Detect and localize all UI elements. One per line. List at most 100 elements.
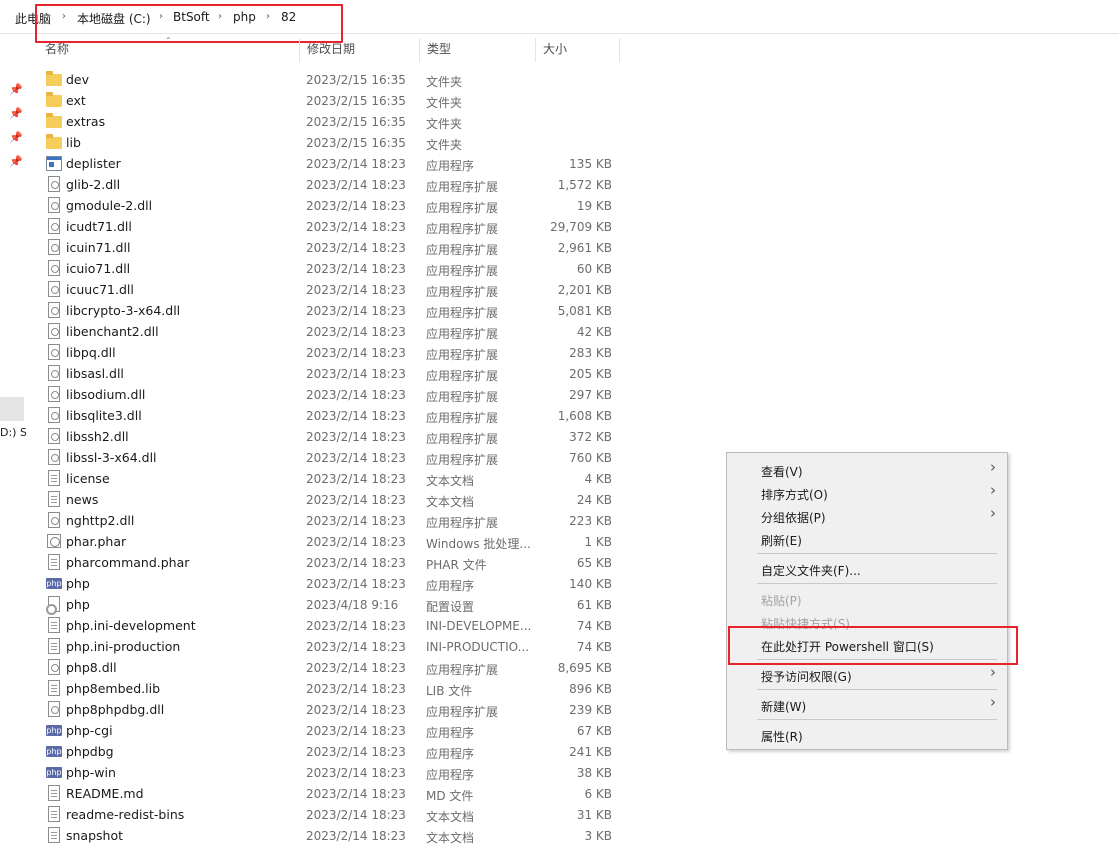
file-row[interactable]: license 2023/2/14 18:23 文本文档 4 KB (37, 468, 627, 489)
menu-item-new[interactable]: 新建(W) (761, 698, 806, 715)
file-type: 文件夹 (426, 117, 463, 131)
column-divider[interactable] (619, 38, 620, 62)
pin-icon[interactable]: 📌 (9, 131, 23, 144)
file-modified-date: 2023/2/14 18:23 (306, 346, 406, 360)
file-row[interactable]: libsasl.dll 2023/2/14 18:23 应用程序扩展 205 KB (37, 363, 627, 384)
file-type: 文本文档 (426, 831, 475, 845)
menu-item-give-access[interactable]: 授予访问权限(G) (761, 668, 852, 685)
file-name: extras (66, 114, 106, 129)
dll-icon (48, 197, 60, 213)
file-size: 42 KB (576, 325, 612, 339)
file-row[interactable]: icuin71.dll 2023/2/14 18:23 应用程序扩展 2,961 KB (37, 237, 627, 258)
file-row[interactable]: libenchant2.dll 2023/2/14 18:23 应用程序扩展 42 K… (37, 321, 627, 342)
menu-item-paste[interactable]: 粘贴(P) (761, 592, 802, 609)
file-row[interactable]: php php-cgi 2023/2/14 18:23 应用程序 67 KB (37, 720, 627, 741)
column-header-name[interactable]: 名称 (37, 36, 299, 63)
file-name: php (66, 597, 90, 612)
file-row[interactable]: libsqlite3.dll 2023/2/14 18:23 应用程序扩展 1,608… (37, 405, 627, 426)
file-row[interactable]: libcrypto-3-x64.dll 2023/2/14 18:23 应用程序扩展… (37, 300, 627, 321)
file-row[interactable]: php8.dll 2023/2/14 18:23 应用程序扩展 8,695 KB (37, 657, 627, 678)
file-size: 4 KB (584, 472, 612, 486)
file-row[interactable]: libssl-3-x64.dll 2023/2/14 18:23 应用程序扩展 760… (37, 447, 627, 468)
pin-icon[interactable]: 📌 (9, 155, 23, 168)
pin-icon[interactable]: 📌 (9, 107, 23, 120)
file-row[interactable]: php 2023/4/18 9:16 配置设置 61 KB (37, 594, 627, 615)
dll-icon (48, 386, 60, 402)
file-row[interactable]: gmodule-2.dll 2023/2/14 18:23 应用程序扩展 19 KB (37, 195, 627, 216)
file-size: 61 KB (576, 598, 612, 612)
file-name: php8embed.lib (66, 681, 161, 696)
menu-item-customize-folder[interactable]: 自定义文件夹(F)... (761, 562, 861, 579)
pin-icon[interactable]: 📌 (9, 83, 23, 96)
file-row[interactable]: lib 2023/2/15 16:35 文件夹 (37, 132, 627, 153)
file-row[interactable]: icuuc71.dll 2023/2/14 18:23 应用程序扩展 2,201 KB (37, 279, 627, 300)
nav-item-drive-label[interactable]: D:) S (0, 426, 26, 439)
file-size: 31 KB (576, 808, 612, 822)
file-name: libpq.dll (66, 345, 116, 360)
file-row[interactable]: php php-win 2023/2/14 18:23 应用程序 38 KB (37, 762, 627, 783)
file-row[interactable]: dev 2023/2/15 16:35 文件夹 (37, 69, 627, 90)
file-size: 297 KB (569, 388, 612, 402)
file-row[interactable]: php.ini-production 2023/2/14 18:23 INI-PRO… (37, 636, 627, 657)
file-name: pharcommand.phar (66, 555, 190, 570)
column-header-size[interactable]: 大小 (535, 36, 619, 63)
file-row[interactable]: pharcommand.phar 2023/2/14 18:23 PHAR 文件 65… (37, 552, 627, 573)
dll-icon (48, 365, 60, 381)
file-name: php (66, 576, 90, 591)
file-name: phar.phar (66, 534, 127, 549)
file-row[interactable]: glib-2.dll 2023/2/14 18:23 应用程序扩展 1,572 KB (37, 174, 627, 195)
file-name: readme-redist-bins (66, 807, 185, 822)
file-name: php-win (66, 765, 116, 780)
file-row[interactable]: phar.phar 2023/2/14 18:23 Windows 批处理... 1 … (37, 531, 627, 552)
menu-item-sort-by[interactable]: 排序方式(O) (761, 486, 828, 503)
file-modified-date: 2023/2/14 18:23 (306, 304, 406, 318)
text-document-icon (48, 806, 60, 822)
dll-icon (48, 176, 60, 192)
file-row[interactable]: extras 2023/2/15 16:35 文件夹 (37, 111, 627, 132)
file-name: icudt71.dll (66, 219, 132, 234)
file-row[interactable]: icudt71.dll 2023/2/14 18:23 应用程序扩展 29,709 K… (37, 216, 627, 237)
file-list: dev 2023/2/15 16:35 文件夹 ext 2023/2/15 16:35 文… (37, 69, 627, 846)
file-size: 1,572 KB (557, 178, 612, 192)
column-header-type[interactable]: 类型 (419, 36, 535, 63)
file-row[interactable]: snapshot 2023/2/14 18:23 文本文档 3 KB (37, 825, 627, 846)
file-type: 应用程序扩展 (426, 516, 499, 530)
file-type: 应用程序 (426, 768, 475, 782)
menu-item-refresh[interactable]: 刷新(E) (761, 532, 802, 549)
file-row[interactable]: libsodium.dll 2023/2/14 18:23 应用程序扩展 297 KB (37, 384, 627, 405)
file-row[interactable]: nghttp2.dll 2023/2/14 18:23 应用程序扩展 223 KB (37, 510, 627, 531)
file-row[interactable]: libpq.dll 2023/2/14 18:23 应用程序扩展 283 KB (37, 342, 627, 363)
text-document-icon (48, 827, 60, 843)
file-row[interactable]: deplister 2023/2/14 18:23 应用程序 135 KB (37, 153, 627, 174)
file-row[interactable]: README.md 2023/2/14 18:23 MD 文件 6 KB (37, 783, 627, 804)
file-size: 19 KB (576, 199, 612, 213)
file-modified-date: 2023/2/14 18:23 (306, 241, 406, 255)
file-name: license (66, 471, 110, 486)
file-row[interactable]: libssh2.dll 2023/2/14 18:23 应用程序扩展 372 KB (37, 426, 627, 447)
column-header-modified[interactable]: 修改日期 (299, 36, 419, 63)
file-name: news (66, 492, 99, 507)
file-row[interactable]: php php 2023/2/14 18:23 应用程序 140 KB (37, 573, 627, 594)
menu-item-properties[interactable]: 属性(R) (761, 728, 803, 745)
file-row[interactable]: php.ini-development 2023/2/14 18:23 INI-DE… (37, 615, 627, 636)
file-row[interactable]: php8phpdbg.dll 2023/2/14 18:23 应用程序扩展 239 K… (37, 699, 627, 720)
file-type: 应用程序扩展 (426, 453, 499, 467)
nav-item-selected[interactable] (0, 397, 24, 421)
file-size: 2,961 KB (557, 241, 612, 255)
file-name: ext (66, 93, 86, 108)
menu-item-group-by[interactable]: 分组依据(P) (761, 509, 826, 526)
file-row[interactable]: readme-redist-bins 2023/2/14 18:23 文本文档 31 … (37, 804, 627, 825)
file-row[interactable]: ext 2023/2/15 16:35 文件夹 (37, 90, 627, 111)
file-row[interactable]: php8embed.lib 2023/2/14 18:23 LIB 文件 896 KB (37, 678, 627, 699)
file-row[interactable]: icuio71.dll 2023/2/14 18:23 应用程序扩展 60 KB (37, 258, 627, 279)
file-type: INI-PRODUCTIO... (426, 640, 530, 654)
file-name: libsodium.dll (66, 387, 146, 402)
text-document-icon (48, 785, 60, 801)
file-type: 文本文档 (426, 474, 475, 488)
column-header-row: ⌃ 名称 修改日期 类型 大小 (37, 36, 621, 63)
folder-icon (46, 113, 62, 128)
php-icon: php (46, 746, 62, 757)
file-row[interactable]: php phpdbg 2023/2/14 18:23 应用程序 241 KB (37, 741, 627, 762)
file-row[interactable]: news 2023/2/14 18:23 文本文档 24 KB (37, 489, 627, 510)
menu-item-view[interactable]: 查看(V) (761, 463, 803, 480)
